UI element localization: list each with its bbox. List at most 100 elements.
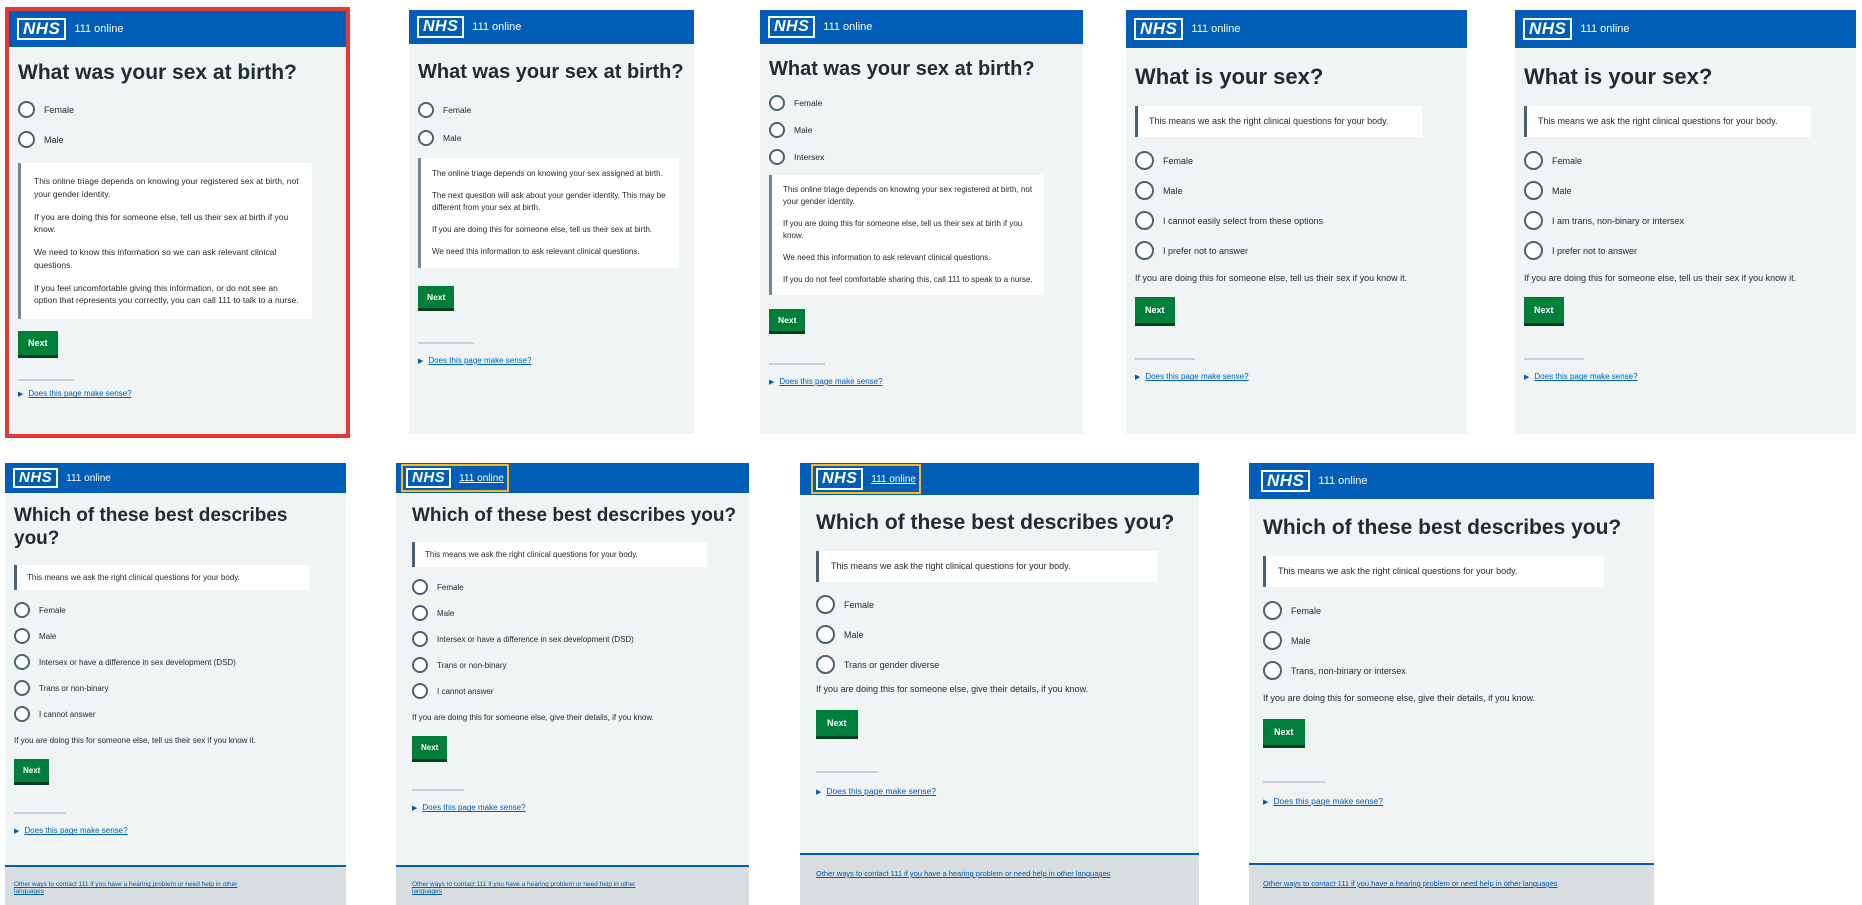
radio-female[interactable]: Female <box>1135 151 1458 171</box>
next-button[interactable]: Next <box>418 286 455 308</box>
next-button[interactable]: Next <box>1524 297 1564 324</box>
radio-prefer-not[interactable]: I prefer not to answer <box>1524 241 1847 261</box>
details-link[interactable]: Does this page make sense? <box>1145 372 1248 381</box>
radio-female[interactable]: Female <box>1524 151 1847 171</box>
next-button[interactable]: Next <box>412 736 448 760</box>
radio-male[interactable]: Male <box>18 131 337 149</box>
radio-circle[interactable] <box>769 122 785 138</box>
radio-trans-nonbinary[interactable]: Trans or non-binary <box>412 657 740 674</box>
radio-cannot-answer[interactable]: I cannot answer <box>14 706 337 723</box>
service-name[interactable]: 111 online <box>1191 23 1240 35</box>
radio-trans-nonbinary-intersex[interactable]: Trans, non-binary or intersex <box>1263 661 1645 681</box>
next-button[interactable]: Next <box>14 759 50 783</box>
details-link[interactable]: Does this page make sense? <box>1534 372 1637 381</box>
service-name[interactable]: 111 online <box>1318 475 1367 487</box>
radio-circle[interactable] <box>14 602 30 619</box>
radio-male[interactable]: Male <box>14 628 337 645</box>
details-link[interactable]: Does this page make sense? <box>1273 796 1383 806</box>
nhs-logo[interactable]: NHS <box>406 467 452 489</box>
radio-circle[interactable] <box>14 628 30 645</box>
next-button[interactable]: Next <box>1263 719 1305 746</box>
details-summary[interactable]: ▶ Does this page make sense? <box>769 377 1074 386</box>
radio-intersex[interactable]: Intersex <box>769 149 1074 165</box>
radio-male[interactable]: Male <box>1135 181 1458 201</box>
radio-circle[interactable] <box>1524 151 1543 171</box>
radio-circle[interactable] <box>412 605 428 622</box>
details-summary[interactable]: ▶ Does this page make sense? <box>1135 372 1458 381</box>
radio-female[interactable]: Female <box>412 579 740 596</box>
radio-male[interactable]: Male <box>769 122 1074 138</box>
radio-cannot-answer[interactable]: I cannot answer <box>412 683 740 700</box>
radio-circle[interactable] <box>412 657 428 674</box>
service-name[interactable]: 111 online <box>74 23 123 35</box>
radio-circle[interactable] <box>18 131 35 149</box>
service-name[interactable]: 111 online <box>823 21 872 33</box>
radio-male[interactable]: Male <box>412 605 740 622</box>
radio-circle[interactable] <box>1263 631 1282 651</box>
radio-trans-gender-diverse[interactable]: Trans or gender diverse <box>816 655 1190 675</box>
radio-intersex-dsd[interactable]: Intersex or have a difference in sex dev… <box>14 654 337 671</box>
details-link[interactable]: Does this page make sense? <box>779 377 882 386</box>
nhs-logo[interactable]: NHS <box>1523 17 1573 41</box>
radio-male[interactable]: Male <box>816 625 1190 645</box>
radio-cannot-select[interactable]: I cannot easily select from these option… <box>1135 211 1458 231</box>
nhs-logo[interactable]: NHS <box>768 16 816 38</box>
details-summary[interactable]: ▶ Does this page make sense? <box>14 826 337 835</box>
radio-circle[interactable] <box>418 102 434 118</box>
radio-male[interactable]: Male <box>1263 631 1645 651</box>
details-link[interactable]: Does this page make sense? <box>428 356 531 365</box>
radio-female[interactable]: Female <box>1263 601 1645 621</box>
details-link[interactable]: Does this page make sense? <box>422 803 525 812</box>
radio-female[interactable]: Female <box>769 95 1074 111</box>
nhs-logo[interactable]: NHS <box>816 468 864 490</box>
radio-circle[interactable] <box>1135 241 1154 261</box>
radio-circle[interactable] <box>769 95 785 111</box>
other-ways-link[interactable]: Other ways to contact 111 if you have a … <box>412 881 662 895</box>
radio-circle[interactable] <box>816 595 835 615</box>
radio-circle[interactable] <box>412 579 428 596</box>
details-link[interactable]: Does this page make sense? <box>826 786 936 796</box>
radio-circle[interactable] <box>18 101 35 119</box>
radio-trans-nonbinary[interactable]: Trans or non-binary <box>14 680 337 697</box>
other-ways-link[interactable]: Other ways to contact 111 if you have a … <box>14 881 264 895</box>
next-button[interactable]: Next <box>1135 297 1175 324</box>
radio-intersex-dsd[interactable]: Intersex or have a difference in sex dev… <box>412 631 740 648</box>
radio-trans-nonbinary-intersex[interactable]: I am trans, non-binary or intersex <box>1524 211 1847 231</box>
details-summary[interactable]: ▶ Does this page make sense? <box>1524 372 1847 381</box>
details-summary[interactable]: ▶ Does this page make sense? <box>816 786 1190 796</box>
radio-circle[interactable] <box>1524 181 1543 201</box>
next-button[interactable]: Next <box>769 309 806 331</box>
details-link[interactable]: Does this page make sense? <box>28 389 131 398</box>
service-name[interactable]: 111 online <box>66 473 111 484</box>
radio-male[interactable]: Male <box>1524 181 1847 201</box>
service-name[interactable]: 111 online <box>472 21 521 33</box>
details-summary[interactable]: ▶ Does this page make sense? <box>418 356 685 365</box>
nhs-logo[interactable]: NHS <box>417 16 465 38</box>
details-summary[interactable]: ▶ Does this page make sense? <box>412 803 740 812</box>
radio-circle[interactable] <box>1135 181 1154 201</box>
details-link[interactable]: Does this page make sense? <box>24 826 127 835</box>
details-summary[interactable]: ▶ Does this page make sense? <box>18 389 337 398</box>
radio-circle[interactable] <box>1263 601 1282 621</box>
radio-circle[interactable] <box>1263 661 1282 681</box>
radio-circle[interactable] <box>1524 211 1543 231</box>
details-summary[interactable]: ▶ Does this page make sense? <box>1263 796 1645 806</box>
radio-circle[interactable] <box>1135 151 1154 171</box>
logo-focus-outline[interactable]: NHS 111 online <box>811 464 921 494</box>
radio-prefer-not[interactable]: I prefer not to answer <box>1135 241 1458 261</box>
radio-female[interactable]: Female <box>18 101 337 119</box>
radio-circle[interactable] <box>14 654 30 671</box>
service-name[interactable]: 111 online <box>1580 23 1629 35</box>
radio-circle[interactable] <box>412 683 428 700</box>
nhs-logo[interactable]: NHS <box>17 17 67 41</box>
radio-female[interactable]: Female <box>418 102 685 118</box>
radio-circle[interactable] <box>816 625 835 645</box>
radio-circle[interactable] <box>14 680 30 697</box>
nhs-logo[interactable]: NHS <box>13 467 59 489</box>
radio-circle[interactable] <box>14 706 30 723</box>
radio-circle[interactable] <box>412 631 428 648</box>
other-ways-link[interactable]: Other ways to contact 111 if you have a … <box>1263 879 1563 888</box>
next-button[interactable]: Next <box>18 331 58 356</box>
radio-female[interactable]: Female <box>14 602 337 619</box>
service-name[interactable]: 111 online <box>871 474 916 485</box>
